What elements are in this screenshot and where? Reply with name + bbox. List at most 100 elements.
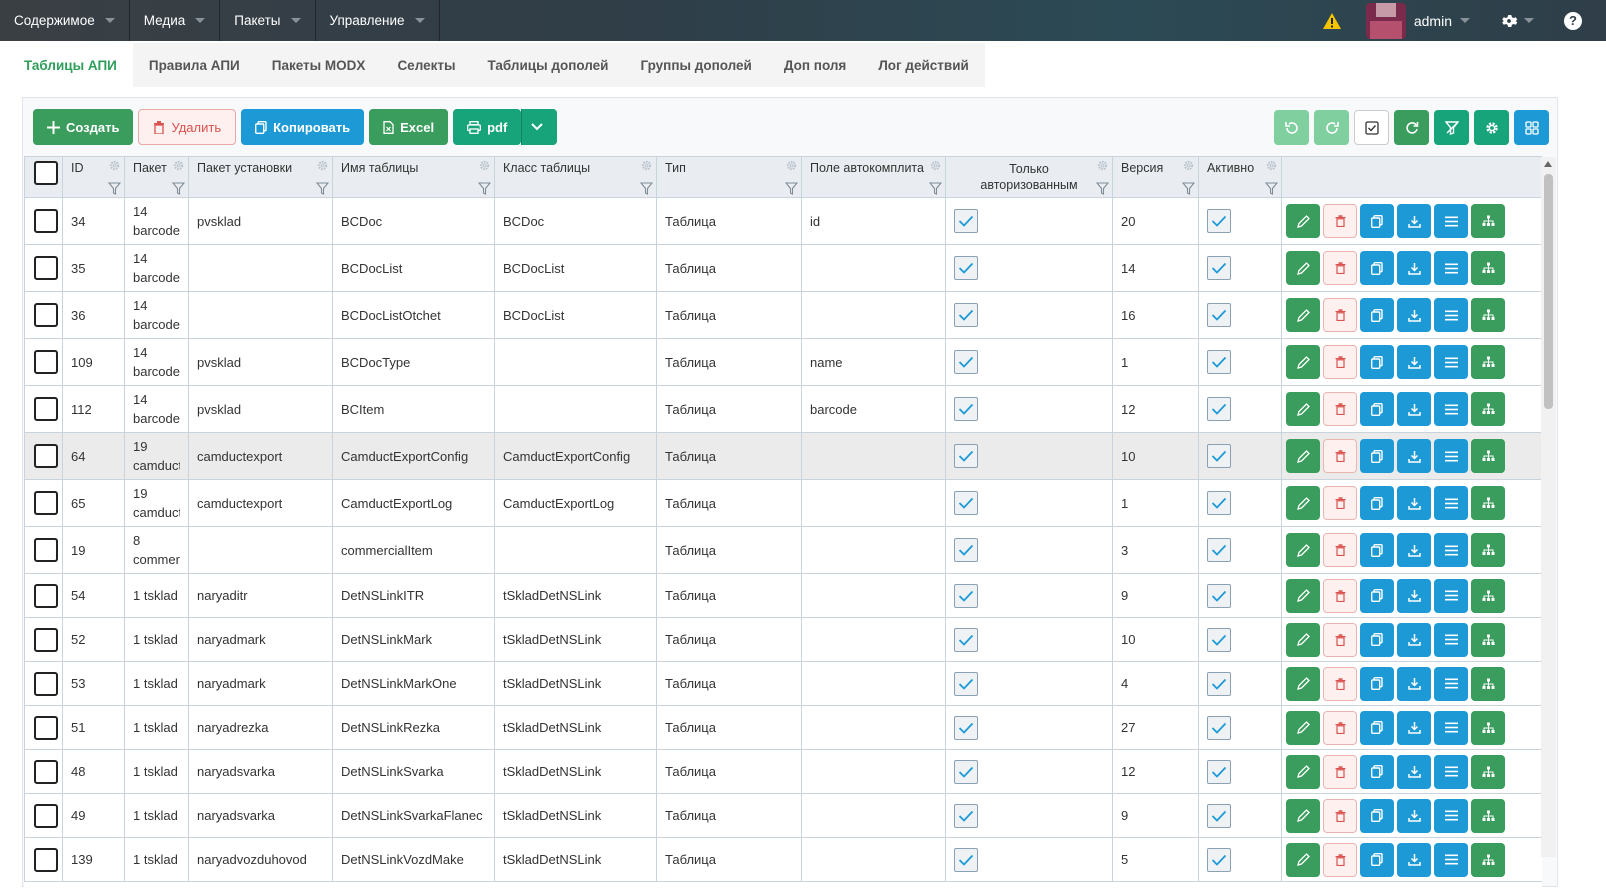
edit-button[interactable] [1286,710,1320,745]
download-button[interactable] [1397,533,1431,567]
checked-box[interactable] [1207,491,1231,515]
table-row[interactable]: 48 1 tsklad naryadsvarka DetNSLinkSvarka tSk… [24,749,1542,794]
delete-row-button[interactable] [1323,666,1357,701]
row-checkbox[interactable] [34,256,58,280]
column-filter-icon[interactable] [478,182,491,195]
download-button[interactable] [1397,622,1431,657]
hierarchy-button[interactable] [1471,842,1505,877]
copy-row-button[interactable] [1360,204,1394,238]
column-filter-icon[interactable] [1096,182,1109,195]
edit-button[interactable] [1286,439,1320,473]
checked-box[interactable] [954,350,978,374]
column-settings-icon[interactable] [1183,160,1194,171]
header-install-package[interactable]: Пакет установки [188,156,333,198]
hierarchy-button[interactable] [1471,533,1505,567]
menu-button[interactable] [1434,710,1468,745]
hierarchy-button[interactable] [1471,298,1505,332]
checked-box[interactable] [1207,538,1231,562]
table-row[interactable]: 109 14 barcode pvsklad BCDocType Таблица name 1 [24,338,1542,386]
copy-button[interactable]: Копировать [241,109,365,145]
edit-button[interactable] [1286,622,1320,657]
hierarchy-button[interactable] [1471,345,1505,379]
column-filter-icon[interactable] [172,182,185,195]
delete-row-button[interactable] [1323,533,1357,567]
table-row[interactable]: 139 1 tsklad naryadvozduhovod DetNSLinkVozd… [24,837,1542,882]
copy-row-button[interactable] [1360,666,1394,701]
table-row[interactable]: 6419camductexportcamductexportCamductExp… [24,432,1542,480]
scroll-thumb[interactable] [1544,174,1553,409]
row-checkbox[interactable] [34,627,58,652]
checked-box[interactable] [954,397,978,421]
hierarchy-button[interactable] [1471,666,1505,701]
header-type[interactable]: Тип [656,156,802,198]
clear-filter-button[interactable] [1434,110,1469,145]
checked-box[interactable] [954,847,978,872]
hierarchy-button[interactable] [1471,622,1505,657]
download-button[interactable] [1397,439,1431,473]
table-row[interactable]: 34 14 barcode pvsklad BCDoc BCDoc Таблица id 20 [24,197,1542,245]
user-name[interactable]: admin [1414,13,1452,29]
header-table-class[interactable]: Класс таблицы [494,156,657,198]
download-button[interactable] [1397,798,1431,833]
delete-row-button[interactable] [1323,754,1357,789]
menu-content[interactable]: Содержимое [0,0,130,41]
download-button[interactable] [1397,710,1431,745]
column-settings-icon[interactable] [479,160,490,171]
copy-row-button[interactable] [1360,798,1394,833]
checked-box[interactable] [954,583,978,608]
row-checkbox[interactable] [34,759,58,784]
scroll-up-arrow-icon[interactable] [1544,161,1552,167]
copy-row-button[interactable] [1360,251,1394,285]
table-row[interactable]: 36 14 barcode BCDocListOtchet BCDocList Табли… [24,291,1542,339]
checked-box[interactable] [954,538,978,562]
download-button[interactable] [1397,204,1431,238]
tab-selects[interactable]: Селекты [381,43,471,87]
menu-button[interactable] [1434,204,1468,238]
tab-api-rules[interactable]: Правила АПИ [133,43,256,87]
menu-button[interactable] [1434,754,1468,789]
column-settings-icon[interactable] [109,160,120,171]
copy-row-button[interactable] [1360,622,1394,657]
checked-box[interactable] [1207,847,1231,872]
delete-row-button[interactable] [1323,842,1357,877]
header-version[interactable]: Версия [1112,156,1199,198]
checked-box[interactable] [1207,715,1231,740]
copy-row-button[interactable] [1360,754,1394,789]
header-package[interactable]: Пакет [124,156,189,198]
copy-row-button[interactable] [1360,392,1394,426]
column-filter-icon[interactable] [640,182,653,195]
excel-button[interactable]: Excel [369,109,449,145]
delete-row-button[interactable] [1323,204,1357,238]
checked-box[interactable] [1207,397,1231,421]
table-row[interactable]: 112 14 barcode pvsklad BCItem Таблица barcode 1… [24,385,1542,433]
menu-button[interactable] [1434,251,1468,285]
edit-button[interactable] [1286,204,1320,238]
vertical-scrollbar[interactable] [1541,157,1556,857]
column-settings-icon[interactable] [641,160,652,171]
edit-button[interactable] [1286,251,1320,285]
copy-row-button[interactable] [1360,842,1394,877]
table-row[interactable]: 53 1 tsklad naryadmark DetNSLinkMarkOne tSkl… [24,661,1542,706]
hierarchy-button[interactable] [1471,204,1505,238]
row-checkbox[interactable] [34,538,58,562]
column-settings-icon[interactable] [786,160,797,171]
layout-button[interactable] [1514,110,1549,145]
checked-box[interactable] [954,444,978,468]
checked-box[interactable] [1207,803,1231,828]
tab-api-tables[interactable]: Таблицы АПИ [8,43,133,87]
menu-button[interactable] [1434,798,1468,833]
create-button[interactable]: Создать [33,109,134,145]
tab-extra-field-tables[interactable]: Таблицы дополей [472,43,625,87]
tab-modx-packages[interactable]: Пакеты MODX [256,43,382,87]
pdf-button[interactable]: pdf [453,109,522,145]
edit-button[interactable] [1286,298,1320,332]
table-row[interactable]: 51 1 tsklad naryadrezka DetNSLinkRezka tSkla… [24,705,1542,750]
edit-button[interactable] [1286,533,1320,567]
tab-extra-fields[interactable]: Доп поля [768,43,862,87]
download-button[interactable] [1397,842,1431,877]
edit-button[interactable] [1286,842,1320,877]
checked-box[interactable] [954,759,978,784]
menu-button[interactable] [1434,622,1468,657]
menu-button[interactable] [1434,345,1468,379]
edit-button[interactable] [1286,345,1320,379]
